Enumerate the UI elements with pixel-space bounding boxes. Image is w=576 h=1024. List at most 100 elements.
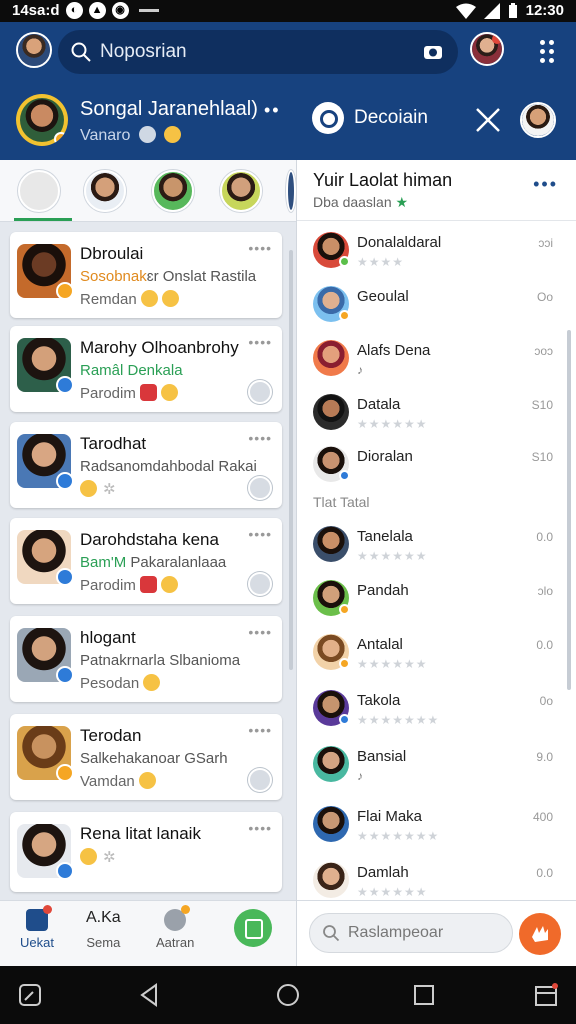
reaction-button[interactable] [248,380,272,404]
conversation-card[interactable]: Marohy Olhoanbrohy Ramâl Denkala Parodim… [10,326,282,412]
back-icon[interactable] [138,983,162,1007]
rating-stars: ★★★★★★ [357,885,428,899]
contact-row[interactable]: Pandah ɔlo [313,576,563,624]
contact-value: 0.0 [536,638,553,652]
conversation-card[interactable]: Darohdstaha kena Bam'M Pakaralanlaaa Par… [10,518,282,604]
card-more-button[interactable]: •••• [248,430,272,446]
hand-icon [532,926,548,942]
status-badge [56,764,74,782]
notification-badge [492,34,502,44]
bottom-tab-bar: Uekat A.Ka Sema Aatran [0,900,296,966]
contact-row[interactable]: Bansial ♪ 9.0 [313,742,563,790]
contact-row[interactable]: Geoulal Oo [313,282,563,330]
story-avatar[interactable] [18,170,60,212]
rating-stars: ★★★★★★ [357,657,428,671]
contact-avatar [313,526,349,562]
star-icon: ★ [395,194,409,210]
contact-name: Tanelala [357,528,413,545]
online-badge [339,310,350,321]
contact-avatar [313,340,349,376]
online-badge [339,256,350,267]
preview-accent: Sosobnak [80,268,147,285]
conversation-card[interactable]: hlogant Patnakrnarla Slbanioma Pesodan •… [10,616,282,702]
bottom-search-input[interactable]: Raslampeoar [309,913,513,953]
conversation-card[interactable]: Terodan Salkehakanoar GSarh Vamdan •••• [10,714,282,800]
contact-name: Tarodhat [80,434,147,453]
smile-emoji-icon [143,674,161,691]
status-badge [56,472,74,490]
contact-avatar [313,862,349,898]
card-more-button[interactable]: •••• [248,334,272,350]
contact-row[interactable]: Tanelala ★★★★★★ 0.0 [313,522,563,570]
conversation-card[interactable]: Tarodhat Radsanomdahbodal Rakai ✲ •••• [10,422,282,508]
tab-sema[interactable]: A.Ka Sema [86,909,121,950]
new-chat-button[interactable] [234,909,272,947]
contacts-title: Yuir Laolat himan [313,170,453,190]
camera-icon[interactable] [422,41,444,63]
app-bar: Noposrian Songal Jaranehlaal) Vanaro •• … [0,22,576,160]
home-nav-icon[interactable] [276,983,300,1007]
card-more-button[interactable]: •••• [248,526,272,542]
story-avatar[interactable] [84,170,126,212]
story-avatar[interactable] [286,170,296,212]
profile-avatar[interactable] [16,32,52,68]
profile-status: Vanaro [80,126,182,145]
recents-icon[interactable] [412,983,436,1007]
red-sticker-icon [139,384,157,401]
contact-value: 9.0 [536,750,553,764]
card-more-button[interactable]: •••• [248,240,272,256]
contact-row[interactable]: Datala ★★★★★★ S10 [313,390,563,438]
contact-name: Datala [357,396,401,413]
tab-activity[interactable]: Aatran [156,905,194,950]
card-more-button[interactable]: •••• [248,722,272,738]
edit-icon[interactable] [18,983,42,1007]
conversation-card[interactable]: Dbroulai Sosobnakɛr Onslat Rastila Remda… [10,232,282,318]
profile-status-text: Vanaro [80,127,131,144]
contact-row[interactable]: Dioralan S10 [313,442,563,490]
contact-name: Geoulal [357,288,409,305]
contact-row[interactable]: Damlah ★★★★★★ 0.0 [313,858,563,906]
story-avatar[interactable] [152,170,194,212]
clock: 12:30 [525,2,564,19]
scrollbar[interactable] [567,330,571,690]
reaction-button[interactable] [248,476,272,500]
reaction-button[interactable] [248,768,272,792]
discover-button[interactable]: Decoiain [312,102,428,134]
search-bar[interactable]: Noposrian [58,30,458,74]
discover-label: Decoiain [354,107,428,128]
preview-accent: Ramâl Denkala [80,362,183,379]
card-more-button[interactable]: •••• [248,624,272,640]
contact-row[interactable]: Antalal ★★★★★★ 0.0 [313,630,563,678]
my-profile-avatar[interactable] [16,94,68,146]
contact-row[interactable]: Flai Maka ★★★★★★★ 400 [313,802,563,850]
calendar-icon[interactable] [534,983,558,1007]
scrollbar[interactable] [289,250,293,670]
contact-row[interactable]: Alafs Dena ♪ ɔoɔ [313,336,563,384]
contact-avatar[interactable] [470,32,504,66]
section-label: Tlat Tatal [313,494,370,510]
conversation-card[interactable]: Rena litat lanaik ✲ •••• [10,812,282,892]
contact-value: 0.0 [536,530,553,544]
contact-avatar [313,746,349,782]
story-avatar[interactable] [220,170,262,212]
message-meta: Pesodan [80,674,161,692]
message-preview: Patnakrnarla Slbanioma [80,652,241,669]
close-icon[interactable] [474,106,502,134]
tab-home[interactable]: Uekat [20,905,54,950]
apps-menu-button[interactable] [540,40,554,63]
contact-name: Flai Maka [357,808,423,825]
contact-value: ɔoɔ [534,344,553,358]
contact-avatar [313,394,349,430]
card-more-button[interactable]: •••• [248,820,272,836]
contacts-more-button[interactable]: ••• [533,174,558,195]
reaction-button[interactable] [248,572,272,596]
search-placeholder: Raslampeoar [348,924,444,941]
contacts-subtitle: Dba daaslan ★ [313,194,408,211]
send-button[interactable] [519,913,561,955]
contact-row[interactable]: Donalaldaral ★★★★ ɔɔi [313,228,563,276]
contact-avatar[interactable] [520,102,556,138]
profile-more-button[interactable]: •• [264,100,281,121]
contact-row[interactable]: Takola ★★★★★★★ 0o [313,686,563,734]
notification-icon: ◉ [111,2,129,19]
contact-name: Pandah [357,582,409,599]
